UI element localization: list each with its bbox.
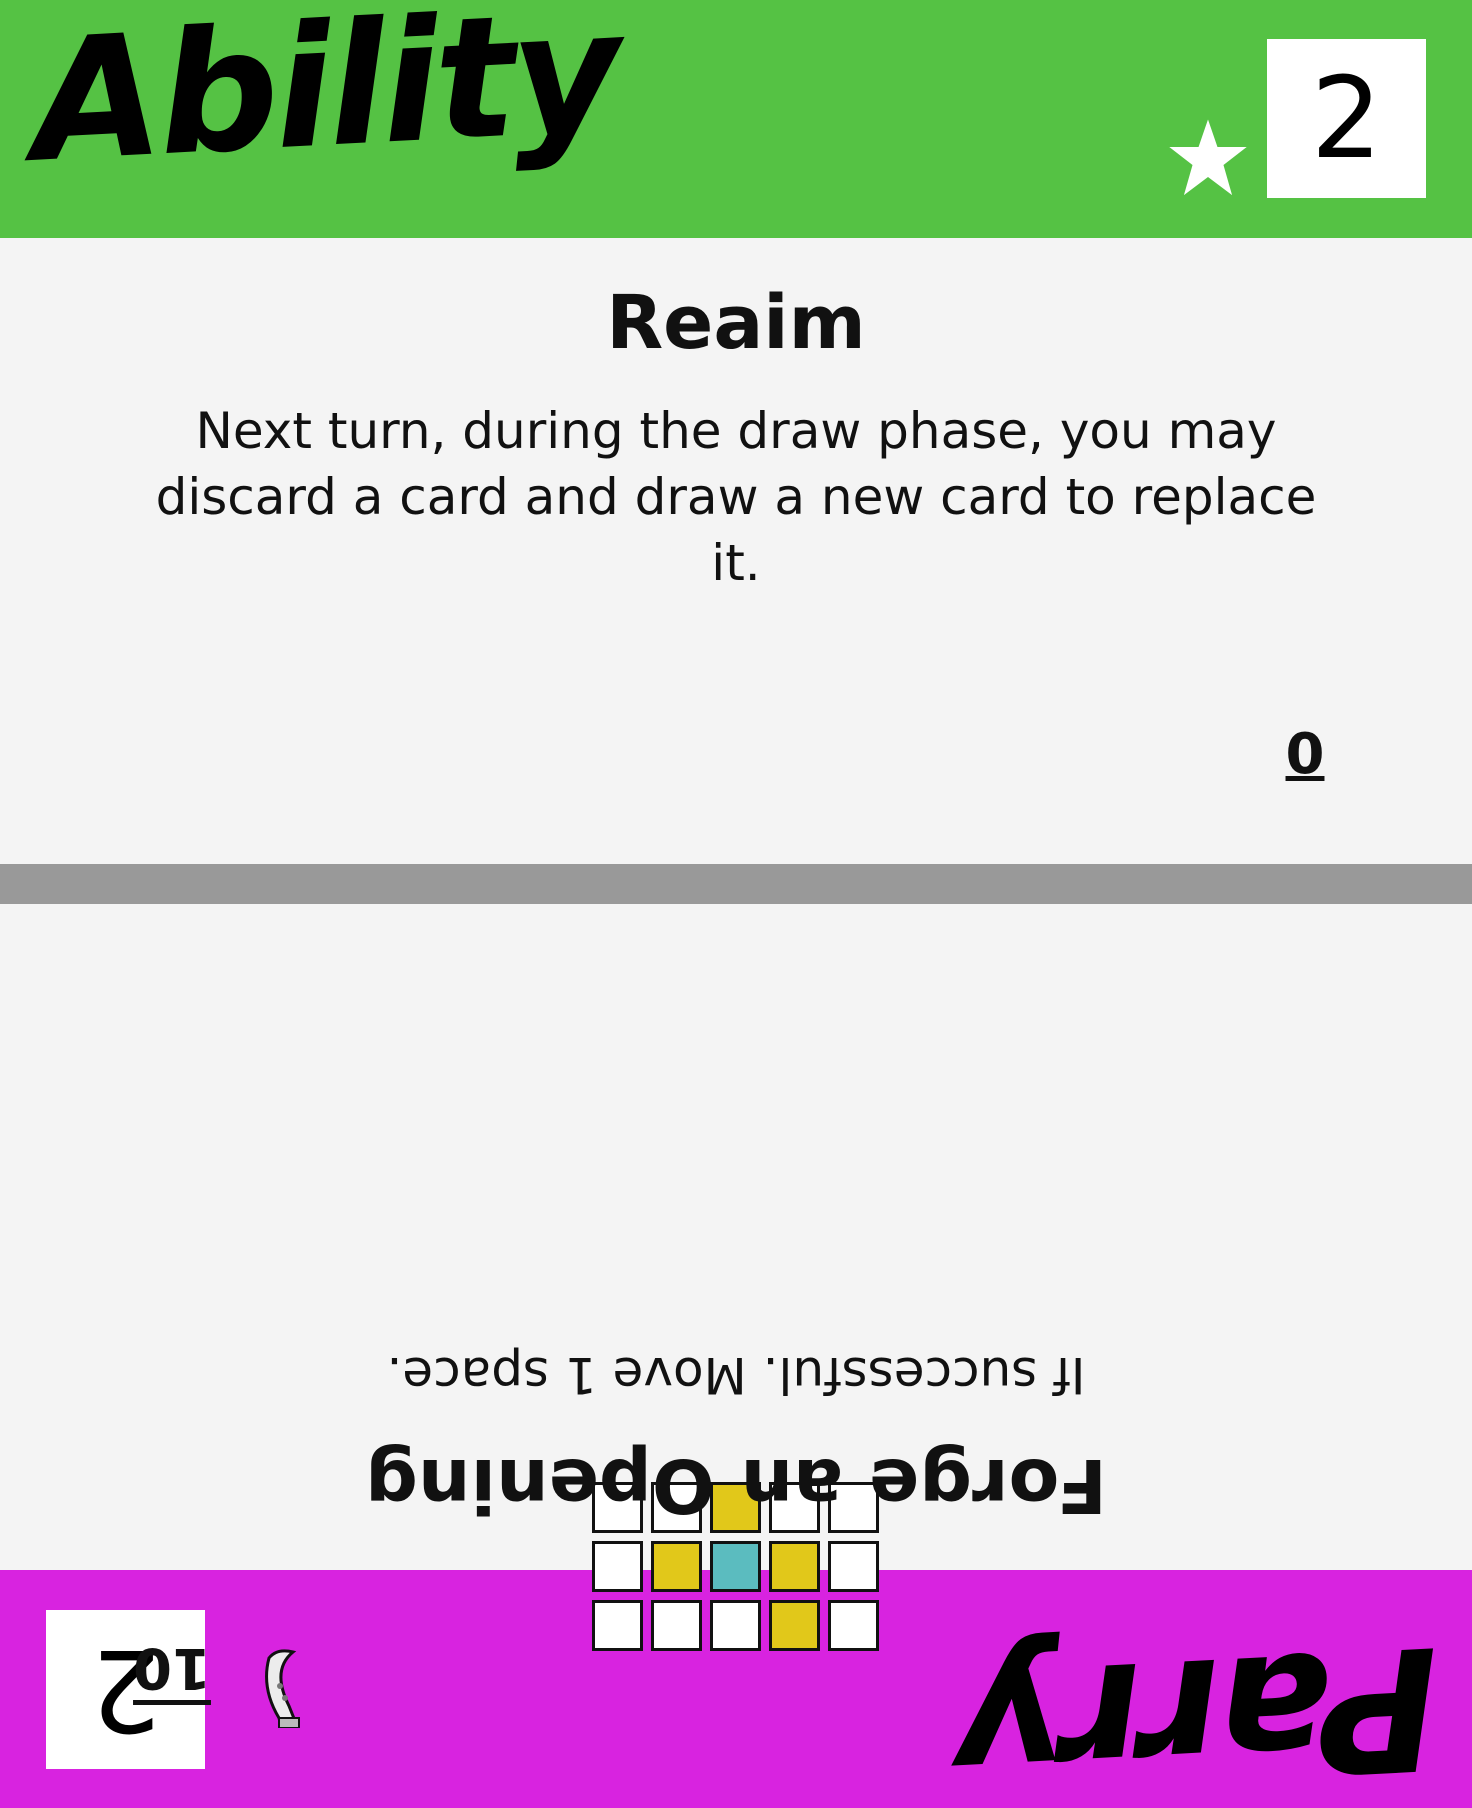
pattern-cell-empty [828, 1541, 879, 1592]
card-title: Reaim [606, 280, 866, 366]
flipped-card-half: Parry 2 10 Forge an Opening If successfu… [0, 904, 1472, 1808]
pattern-cell-yellow [769, 1541, 820, 1592]
pattern-cell-teal [710, 1541, 761, 1592]
card-title: Forge an Opening [365, 1442, 1107, 1528]
pattern-cell-empty [710, 1600, 761, 1651]
pattern-cell-empty [592, 1600, 643, 1651]
star-icon [1169, 119, 1247, 196]
card-value: 10 [133, 1635, 211, 1700]
pattern-cell-empty [592, 1541, 643, 1592]
pattern-cell-empty [651, 1600, 702, 1651]
pattern-cell-empty [828, 1600, 879, 1651]
card-value: 0 [1285, 722, 1325, 787]
ability-header-band: Ability 2 [0, 0, 1472, 238]
pattern-cell-yellow [651, 1541, 702, 1592]
blade-icon [265, 1649, 300, 1728]
card-divider [0, 864, 1472, 904]
card-description: If successful. Move 1 space. [386, 1346, 1086, 1404]
game-card[interactable]: Ability 2 Reaim Next turn, during the dr… [0, 0, 1472, 1808]
type-label: Parry [954, 1608, 1445, 1808]
type-label: Ability [27, 0, 622, 200]
cost-box: 2 [1267, 39, 1426, 198]
card-description: Next turn, during the draw phase, you ma… [155, 402, 1317, 592]
pattern-cell-yellow [769, 1600, 820, 1651]
